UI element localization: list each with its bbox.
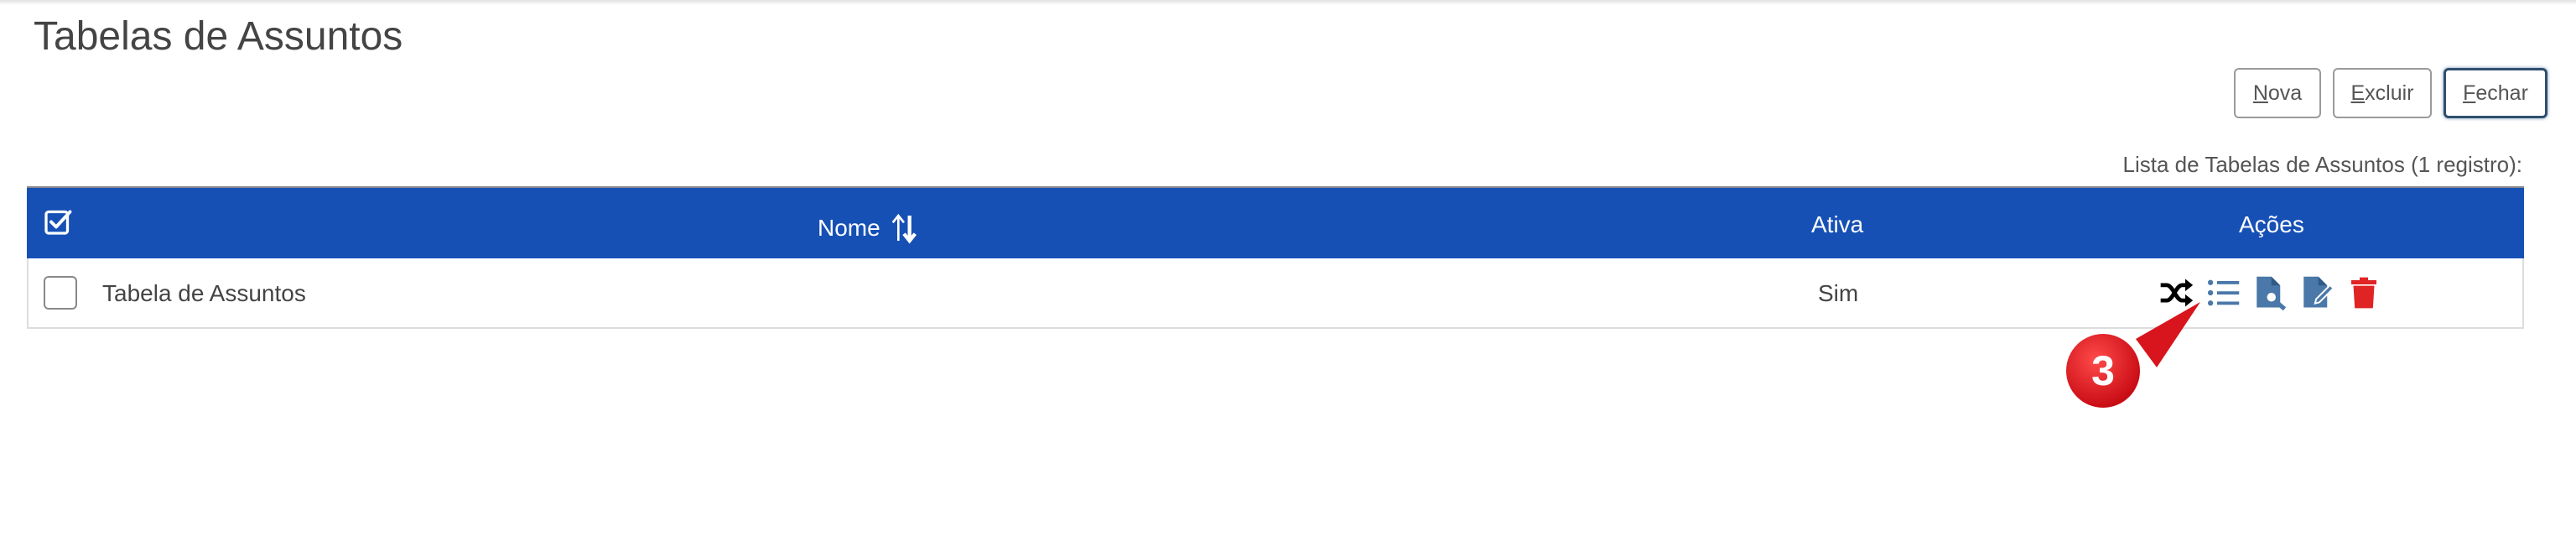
record-count-label: Lista de Tabelas de Assuntos (1 registro…	[2122, 152, 2522, 177]
nova-accesskey: N	[2252, 81, 2268, 105]
top-shadow	[0, 0, 2576, 5]
fechar-button[interactable]: Fechar	[2444, 68, 2547, 118]
page-title: Tabelas de Assuntos	[34, 14, 403, 59]
excluir-label: xcluir	[2365, 81, 2414, 105]
nova-label: ova	[2267, 81, 2303, 105]
row-checkbox[interactable]	[44, 276, 77, 310]
table-header: Nome Ativa Ações	[27, 188, 2524, 258]
step-number: 3	[2091, 347, 2115, 394]
fechar-accesskey: F	[2463, 81, 2476, 105]
excluir-accesskey: E	[2350, 81, 2366, 105]
row-ativa: Sim	[1818, 280, 1859, 306]
column-header-ativa: Ativa	[1811, 211, 1864, 237]
column-header-nome[interactable]: Nome	[818, 211, 921, 245]
sort-icon[interactable]	[887, 211, 921, 245]
toolbar: Nova Excluir Fechar	[2234, 68, 2547, 118]
excluir-button[interactable]: Excluir	[2333, 68, 2432, 118]
trash-icon[interactable]	[2345, 273, 2383, 312]
nova-button[interactable]: Nova	[2234, 68, 2321, 118]
select-all-checkbox-icon[interactable]	[44, 208, 74, 238]
column-header-nome-label: Nome	[818, 215, 880, 241]
row-nome: Tabela de Assuntos	[102, 280, 306, 306]
fechar-label: echar	[2475, 81, 2528, 105]
document-edit-icon[interactable]	[2298, 273, 2336, 312]
document-search-icon[interactable]	[2251, 273, 2289, 312]
column-header-acoes: Ações	[2239, 211, 2304, 237]
